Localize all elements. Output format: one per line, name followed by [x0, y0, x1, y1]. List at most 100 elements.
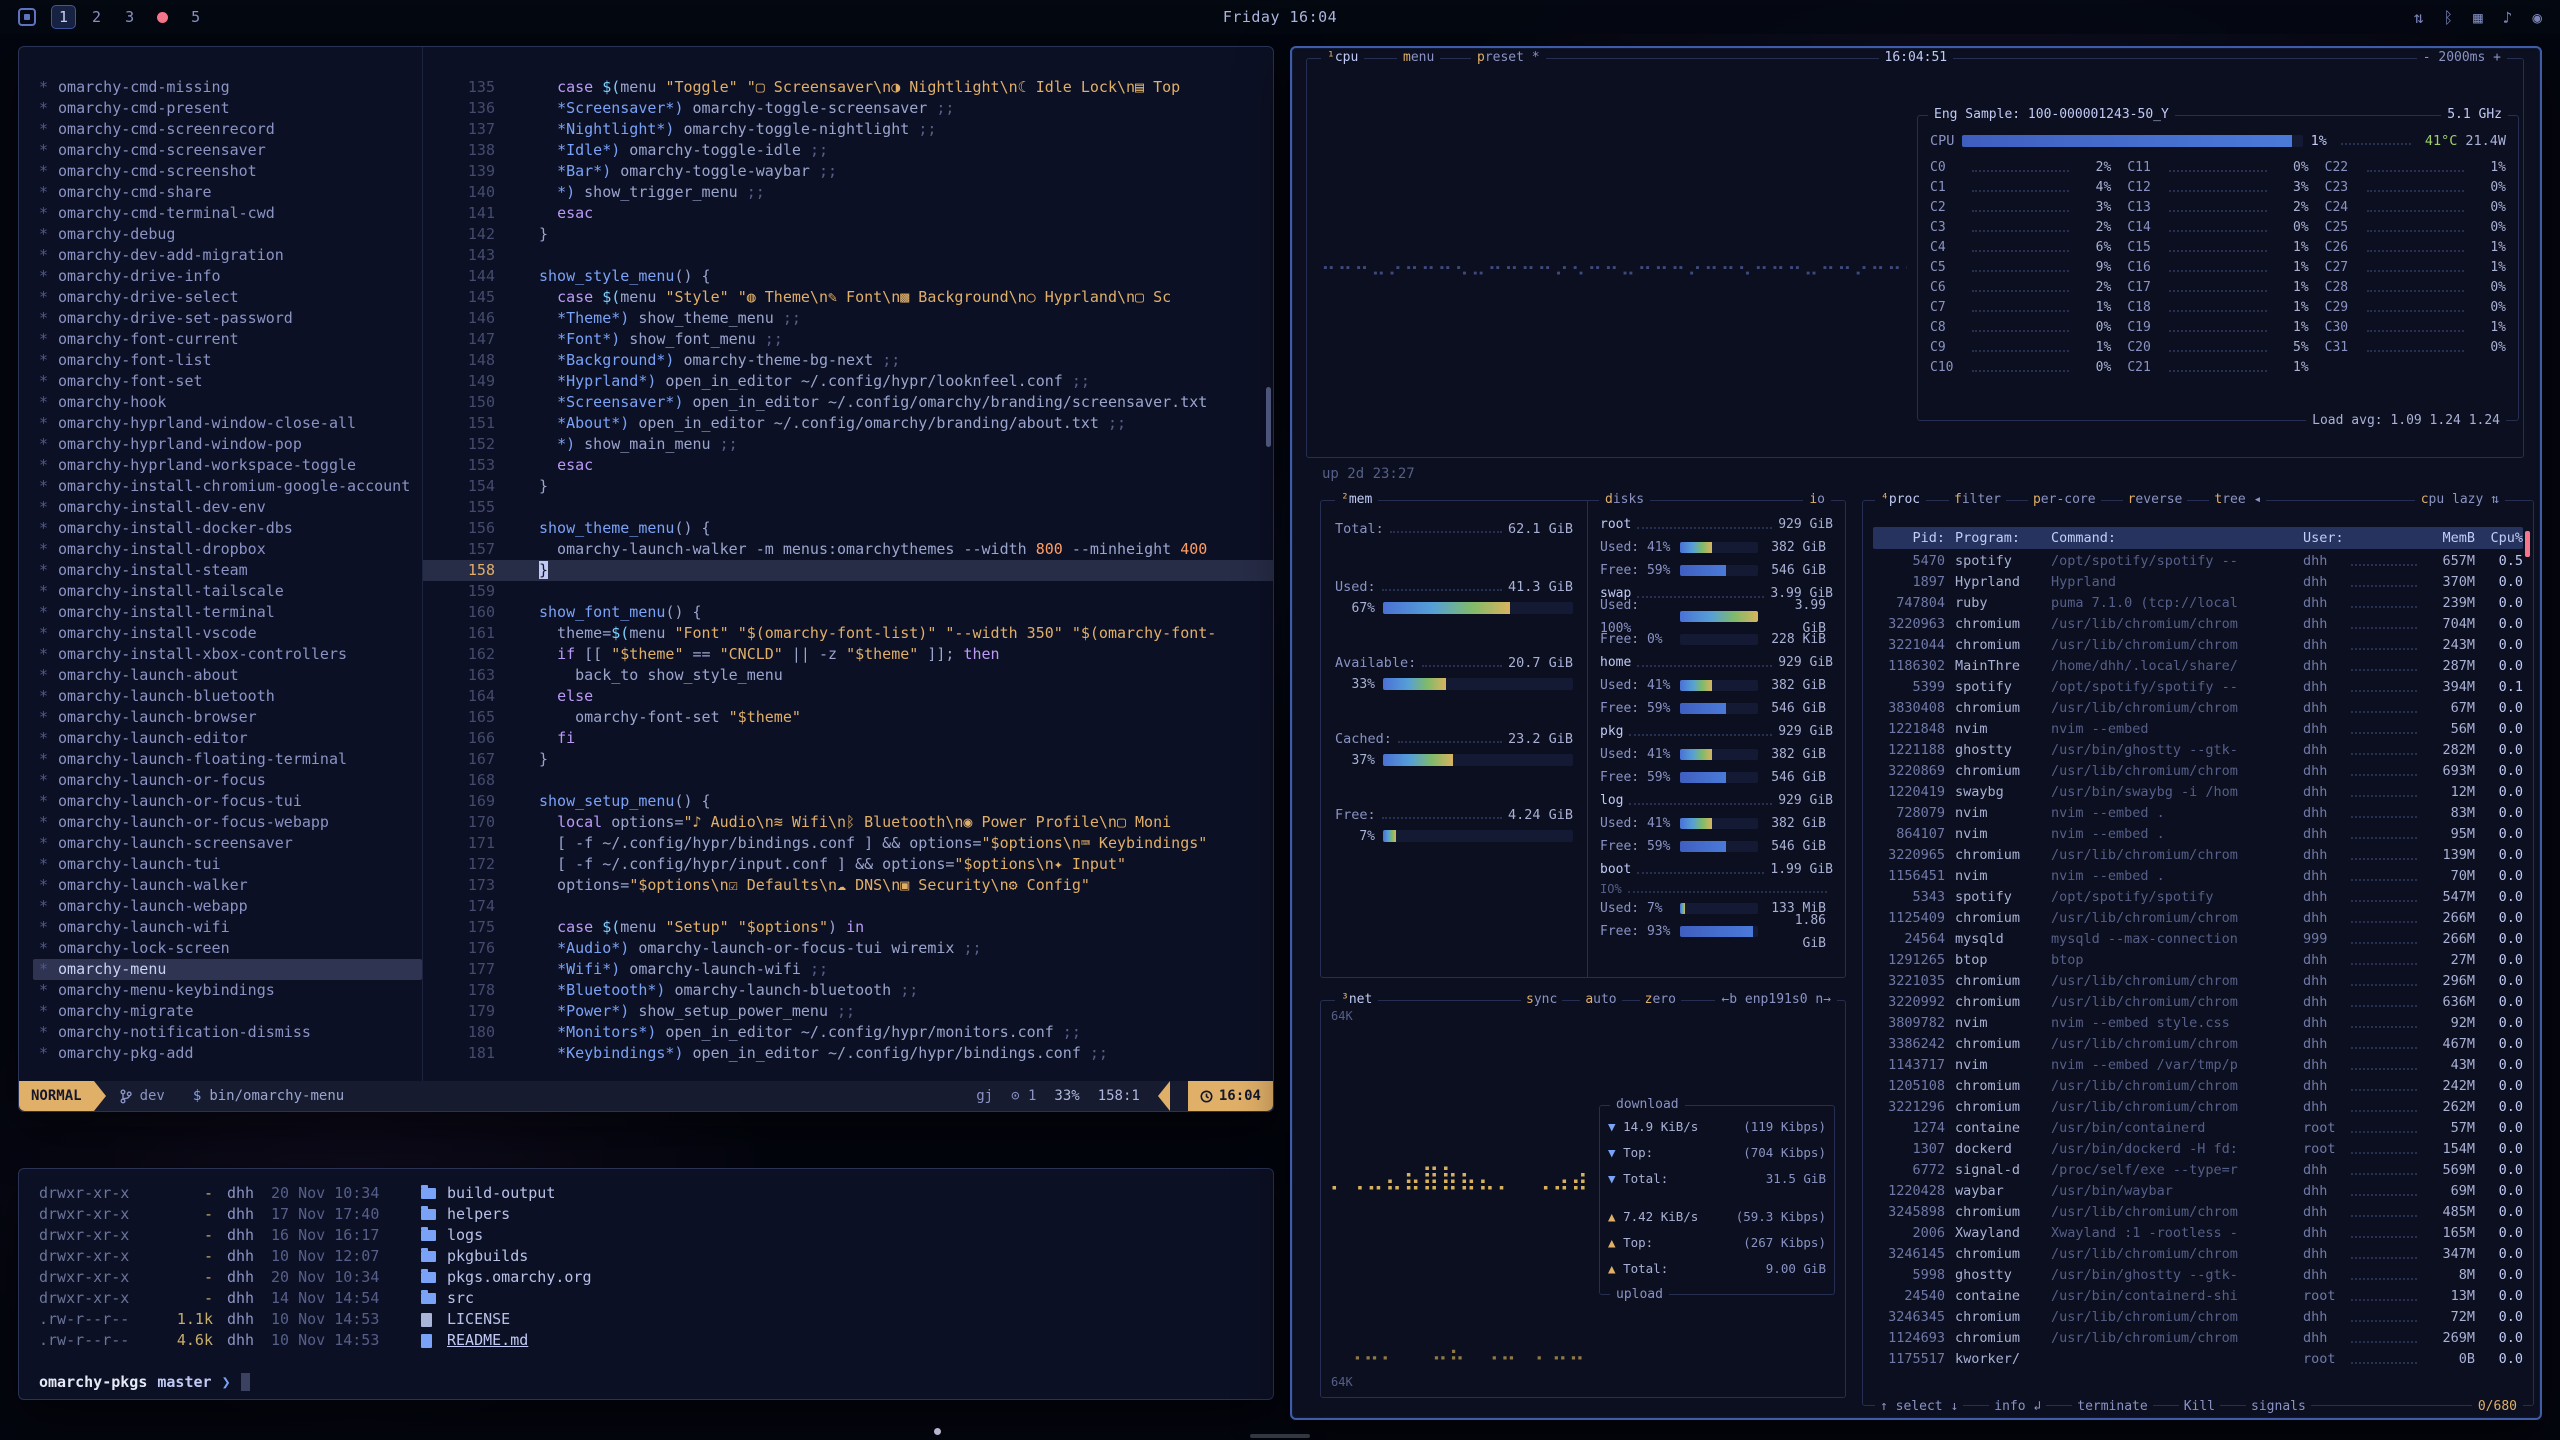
file-tree-item[interactable]: *omarchy-launch-floating-terminal: [33, 749, 422, 770]
process-row[interactable]: 3221044chromium/usr/lib/chromium/chromdh…: [1873, 635, 2523, 656]
power-icon[interactable]: ◉: [2532, 8, 2542, 27]
file-tree-item[interactable]: *omarchy-hook: [33, 392, 422, 413]
proc-scrollbar[interactable]: [2525, 531, 2530, 557]
process-row[interactable]: 1205108chromium/usr/lib/chromium/chromdh…: [1873, 1076, 2523, 1097]
column-header[interactable]: MemB: [2421, 527, 2475, 549]
cpu-preset-button[interactable]: preset *: [1471, 50, 1546, 66]
process-row[interactable]: 747804rubypuma 7.1.0 (tcp://localdhh239M…: [1873, 593, 2523, 614]
process-row[interactable]: 5998ghostty/usr/bin/ghostty --gtk-dhh8M0…: [1873, 1265, 2523, 1286]
file-tree-item[interactable]: *omarchy-cmd-screenshot: [33, 161, 422, 182]
process-row[interactable]: 5343spotify/opt/spotify/spotifydhh547M0.…: [1873, 887, 2523, 908]
file-tree-item[interactable]: *omarchy-launch-wifi: [33, 917, 422, 938]
proc-action[interactable]: signals: [2246, 1399, 2311, 1414]
process-row[interactable]: 1143717nvimnvim --embed /var/tmp/pdhh43M…: [1873, 1055, 2523, 1076]
process-row[interactable]: 3830408chromium/usr/lib/chromium/chromdh…: [1873, 698, 2523, 719]
net-control-auto[interactable]: auto: [1580, 992, 1621, 1008]
file-tree-item[interactable]: *omarchy-install-docker-dbs: [33, 518, 422, 539]
file-tree-item[interactable]: *omarchy-launch-screensaver: [33, 833, 422, 854]
file-tree-item[interactable]: *omarchy-hyprland-window-close-all: [33, 413, 422, 434]
proc-action[interactable]: info ↲: [1989, 1399, 2046, 1414]
bluetooth-icon[interactable]: ᛒ: [2443, 8, 2453, 27]
file-tree-item[interactable]: *omarchy-launch-or-focus: [33, 770, 422, 791]
column-header[interactable]: Cpu%: [2475, 527, 2523, 549]
proc-option[interactable]: reverse: [2123, 492, 2188, 508]
file-tree-item[interactable]: *omarchy-launch-or-focus-webapp: [33, 812, 422, 833]
proc-option[interactable]: filter: [1949, 492, 2006, 508]
proc-action[interactable]: ↑ select ↓: [1875, 1399, 1963, 1414]
file-tree-item[interactable]: *omarchy-launch-webapp: [33, 896, 422, 917]
process-row[interactable]: 3221296chromium/usr/lib/chromium/chromdh…: [1873, 1097, 2523, 1118]
column-header[interactable]: Program:: [1945, 527, 2041, 549]
file-tree-item[interactable]: *omarchy-font-set: [33, 371, 422, 392]
file-tree-item[interactable]: *omarchy-menu-keybindings: [33, 980, 422, 1001]
file-tree-item[interactable]: *omarchy-launch-tui: [33, 854, 422, 875]
file-tree-item[interactable]: *omarchy-dev-add-migration: [33, 245, 422, 266]
process-row[interactable]: 24540containe/usr/bin/containerd-shiroot…: [1873, 1286, 2523, 1307]
process-row[interactable]: 3809782nvimnvim --embed style.cssdhh92M0…: [1873, 1013, 2523, 1034]
cpu-panel-title[interactable]: ¹cpu: [1321, 50, 1364, 66]
file-tree-item[interactable]: *omarchy-install-chromium-google-account: [33, 476, 422, 497]
file-tree-item[interactable]: *omarchy-drive-select: [33, 287, 422, 308]
process-row[interactable]: 1220419swaybg/usr/bin/swaybg -i /homdhh1…: [1873, 782, 2523, 803]
process-row[interactable]: 3220965chromium/usr/lib/chromium/chromdh…: [1873, 845, 2523, 866]
file-tree-item[interactable]: *omarchy-launch-browser: [33, 707, 422, 728]
process-row[interactable]: 3220869chromium/usr/lib/chromium/chromdh…: [1873, 761, 2523, 782]
process-row[interactable]: 1186302MainThre/home/dhh/.local/share/dh…: [1873, 656, 2523, 677]
process-row[interactable]: 1291265btopbtopdhh27M0.0: [1873, 950, 2523, 971]
process-row[interactable]: 1156451nvimnvim --embed .dhh70M0.0: [1873, 866, 2523, 887]
proc-action[interactable]: terminate: [2072, 1399, 2152, 1414]
file-tree-item[interactable]: *omarchy-launch-editor: [33, 728, 422, 749]
proc-action[interactable]: Kill: [2179, 1399, 2220, 1414]
file-tree-item[interactable]: *omarchy-drive-info: [33, 266, 422, 287]
process-row[interactable]: 1125409chromium/usr/lib/chromium/chromdh…: [1873, 908, 2523, 929]
net-control-zero[interactable]: zero: [1640, 992, 1681, 1008]
process-row[interactable]: 1124693chromium/usr/lib/chromium/chromdh…: [1873, 1328, 2523, 1349]
file-tree-item[interactable]: *omarchy-cmd-present: [33, 98, 422, 119]
file-tree-item[interactable]: *omarchy-notification-dismiss: [33, 1022, 422, 1043]
column-header[interactable]: Pid:: [1873, 527, 1945, 549]
process-row[interactable]: 3246345chromium/usr/lib/chromium/chromdh…: [1873, 1307, 2523, 1328]
file-tree-item[interactable]: *omarchy-launch-walker: [33, 875, 422, 896]
net-control-sync[interactable]: sync: [1521, 992, 1562, 1008]
process-table-header[interactable]: Pid:Program:Command:User:MemBCpu%: [1873, 527, 2523, 549]
process-row[interactable]: 3220963chromium/usr/lib/chromium/chromdh…: [1873, 614, 2523, 635]
file-tree-item[interactable]: *omarchy-hyprland-window-pop: [33, 434, 422, 455]
file-tree-item[interactable]: *omarchy-cmd-share: [33, 182, 422, 203]
process-row[interactable]: 3245898chromium/usr/lib/chromium/chromdh…: [1873, 1202, 2523, 1223]
file-tree-item[interactable]: *omarchy-launch-about: [33, 665, 422, 686]
cpu-menu-button[interactable]: menu: [1397, 50, 1440, 66]
file-tree-item[interactable]: *omarchy-install-dropbox: [33, 539, 422, 560]
grid-icon[interactable]: ▦: [2473, 8, 2483, 27]
net-panel-title[interactable]: ³net: [1335, 992, 1378, 1008]
file-tree-item[interactable]: *omarchy-cmd-screenrecord: [33, 119, 422, 140]
process-row[interactable]: 3386242chromium/usr/lib/chromium/chromdh…: [1873, 1034, 2523, 1055]
file-tree-item[interactable]: *omarchy-drive-set-password: [33, 308, 422, 329]
file-tree-item[interactable]: *omarchy-install-xbox-controllers: [33, 644, 422, 665]
arrows-icon[interactable]: ⇅: [2414, 8, 2424, 27]
file-tree-item[interactable]: *omarchy-cmd-missing: [33, 77, 422, 98]
file-tree-item[interactable]: *omarchy-launch-bluetooth: [33, 686, 422, 707]
file-tree-item[interactable]: *omarchy-install-dev-env: [33, 497, 422, 518]
file-tree-item[interactable]: *omarchy-lock-screen: [33, 938, 422, 959]
process-row[interactable]: 2006XwaylandXwayland :1 -rootless -dhh16…: [1873, 1223, 2523, 1244]
proc-option[interactable]: tree ◂: [2209, 492, 2266, 508]
file-tree-item[interactable]: *omarchy-font-current: [33, 329, 422, 350]
file-tree-item[interactable]: *omarchy-hyprland-workspace-toggle: [33, 455, 422, 476]
terminal-cursor[interactable]: [241, 1373, 250, 1391]
process-row[interactable]: 24564mysqldmysqld --max-connection999266…: [1873, 929, 2523, 950]
proc-panel-title[interactable]: ⁴proc: [1875, 492, 1926, 508]
file-tree-item[interactable]: *omarchy-font-list: [33, 350, 422, 371]
file-tree-item[interactable]: *omarchy-debug: [33, 224, 422, 245]
process-row[interactable]: 1220428waybar/usr/bin/waybardhh69M0.0: [1873, 1181, 2523, 1202]
process-row[interactable]: 728079nvimnvim --embed .dhh83M0.0: [1873, 803, 2523, 824]
process-row[interactable]: 3246145chromium/usr/lib/chromium/chromdh…: [1873, 1244, 2523, 1265]
process-row[interactable]: 1897HyprlandHyprlanddhh370M0.0: [1873, 572, 2523, 593]
process-row[interactable]: 1221188ghostty/usr/bin/ghostty --gtk-dhh…: [1873, 740, 2523, 761]
proc-sort-control[interactable]: cpu lazy ⇅: [2415, 492, 2505, 508]
process-row[interactable]: 1221848nvimnvim --embeddhh56M0.0: [1873, 719, 2523, 740]
file-tree-item[interactable]: *omarchy-launch-or-focus-tui: [33, 791, 422, 812]
process-row[interactable]: 864107nvimnvim --embed .dhh95M0.0: [1873, 824, 2523, 845]
file-tree-item[interactable]: *omarchy-menu: [33, 959, 422, 980]
column-header[interactable]: Command:: [2041, 527, 2303, 549]
file-tree-item[interactable]: *omarchy-install-tailscale: [33, 581, 422, 602]
